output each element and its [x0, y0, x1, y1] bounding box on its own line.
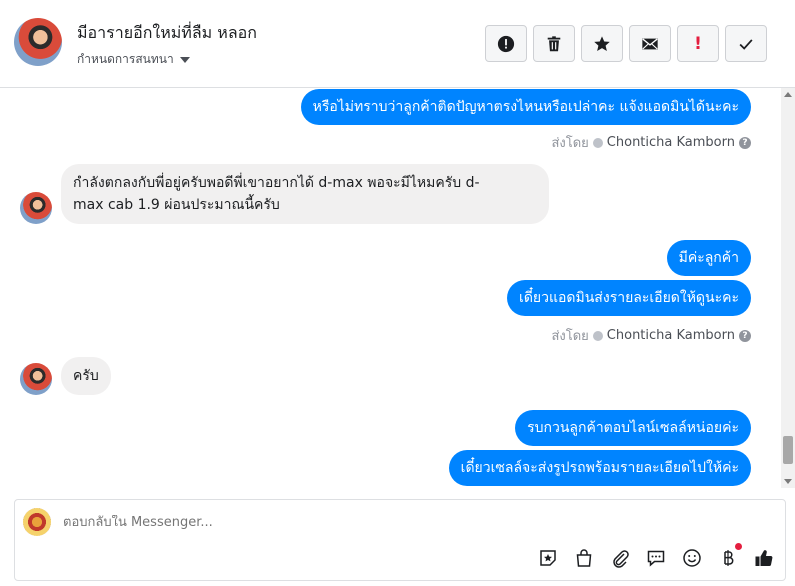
paperclip-icon: [613, 550, 629, 568]
message-bubble-incoming[interactable]: กำลังตกลงกับพี่อยู่ครับพอดีพี่เขาอยากได้…: [61, 164, 549, 224]
conversation-label-dropdown[interactable]: กำหนดการสนทนา: [77, 50, 190, 69]
message-bubble-incoming[interactable]: ครับ: [61, 357, 111, 395]
done-button[interactable]: [725, 25, 767, 62]
reply-input[interactable]: [63, 515, 663, 530]
reply-composer: [14, 499, 786, 581]
baht-icon: [724, 550, 734, 566]
sent-by-label: ส่งโดย Chonticha Kamborn ?: [551, 325, 751, 346]
mark-unread-button[interactable]: [629, 25, 671, 62]
sent-by-prefix: ส่งโดย: [551, 136, 589, 151]
alert-circle-icon: [497, 35, 515, 52]
avatar[interactable]: [14, 18, 62, 66]
sent-check-icon: [592, 137, 603, 148]
scroll-down-arrow-icon[interactable]: [784, 479, 792, 484]
message-bubble-outgoing[interactable]: รบกวนลูกค้าตอบไลน์เซลล์หน่อยค่ะ: [515, 410, 751, 446]
sender-name[interactable]: Chonticha Kamborn: [607, 328, 735, 343]
notification-dot: [735, 543, 742, 550]
message-text-line: กำลังตกลงกับพี่อยู่ครับพอดีพี่เขาอยากได้…: [73, 175, 480, 191]
sent-check-icon: [592, 330, 603, 341]
delete-button[interactable]: [533, 25, 575, 62]
mark-important-button[interactable]: !: [677, 25, 719, 62]
contact-name[interactable]: มีอารายอีกใหม่ที่ลืม หลอก: [77, 21, 257, 46]
help-icon[interactable]: ?: [739, 329, 751, 342]
trash-icon: [547, 35, 561, 51]
mail-icon: [642, 38, 658, 49]
sent-by-label: ส่งโดย Chonticha Kamborn ?: [551, 132, 751, 153]
shopping-bag-icon: [576, 549, 592, 567]
message-bubble-outgoing[interactable]: เดี๋ยวเซลล์จะส่งรูปรถพร้อมรายละเอียดไปให…: [448, 450, 751, 486]
emoji-button[interactable]: [681, 547, 703, 569]
caret-down-icon: [179, 56, 190, 63]
exclamation-icon: !: [694, 33, 702, 54]
message-bubble-outgoing[interactable]: มีค่ะลูกค้า: [666, 240, 751, 276]
conversation-label-text: กำหนดการสนทนา: [77, 52, 174, 66]
page-avatar: [23, 508, 51, 536]
message-thread: หรือไม่ทราบว่าลูกค้าติดปัญหาตรงไหนหรือเป…: [0, 88, 781, 488]
spam-button[interactable]: [485, 25, 527, 62]
smiley-icon: [683, 549, 701, 567]
like-button[interactable]: [753, 547, 775, 569]
saved-replies-button[interactable]: [645, 547, 667, 569]
scrollbar-thumb[interactable]: [783, 436, 793, 464]
chat-bubble-icon: [647, 550, 665, 567]
attach-button[interactable]: [609, 547, 631, 569]
header-actions: !: [485, 25, 767, 62]
help-icon[interactable]: ?: [739, 136, 751, 149]
sent-by-prefix: ส่งโดย: [551, 329, 589, 344]
composer-toolbar: [537, 543, 775, 569]
payment-button[interactable]: [717, 543, 742, 569]
shop-button[interactable]: [573, 547, 595, 569]
scroll-up-arrow-icon[interactable]: [784, 92, 792, 97]
star-icon: [594, 35, 610, 51]
checkmark-icon: [739, 38, 753, 50]
thumbs-up-icon: [755, 550, 773, 567]
contact-avatar[interactable]: [20, 192, 52, 224]
sticker-button[interactable]: [537, 547, 559, 569]
message-text-line: max cab 1.9 ผ่อนประมาณนี้ครับ: [73, 197, 280, 213]
message-bubble-outgoing[interactable]: หรือไม่ทราบว่าลูกค้าติดปัญหาตรงไหนหรือเป…: [300, 89, 751, 125]
star-button[interactable]: [581, 25, 623, 62]
message-bubble-outgoing[interactable]: เดี๋ยวแอดมินส่งรายละเอียดให้ดูนะคะ: [507, 280, 751, 316]
sticker-icon: [540, 550, 556, 566]
thread-scrollbar[interactable]: [781, 88, 795, 488]
contact-avatar[interactable]: [20, 363, 52, 395]
conversation-header: มีอารายอีกใหม่ที่ลืม หลอก กำหนดการสนทนา …: [0, 0, 795, 88]
sender-name[interactable]: Chonticha Kamborn: [607, 135, 735, 150]
